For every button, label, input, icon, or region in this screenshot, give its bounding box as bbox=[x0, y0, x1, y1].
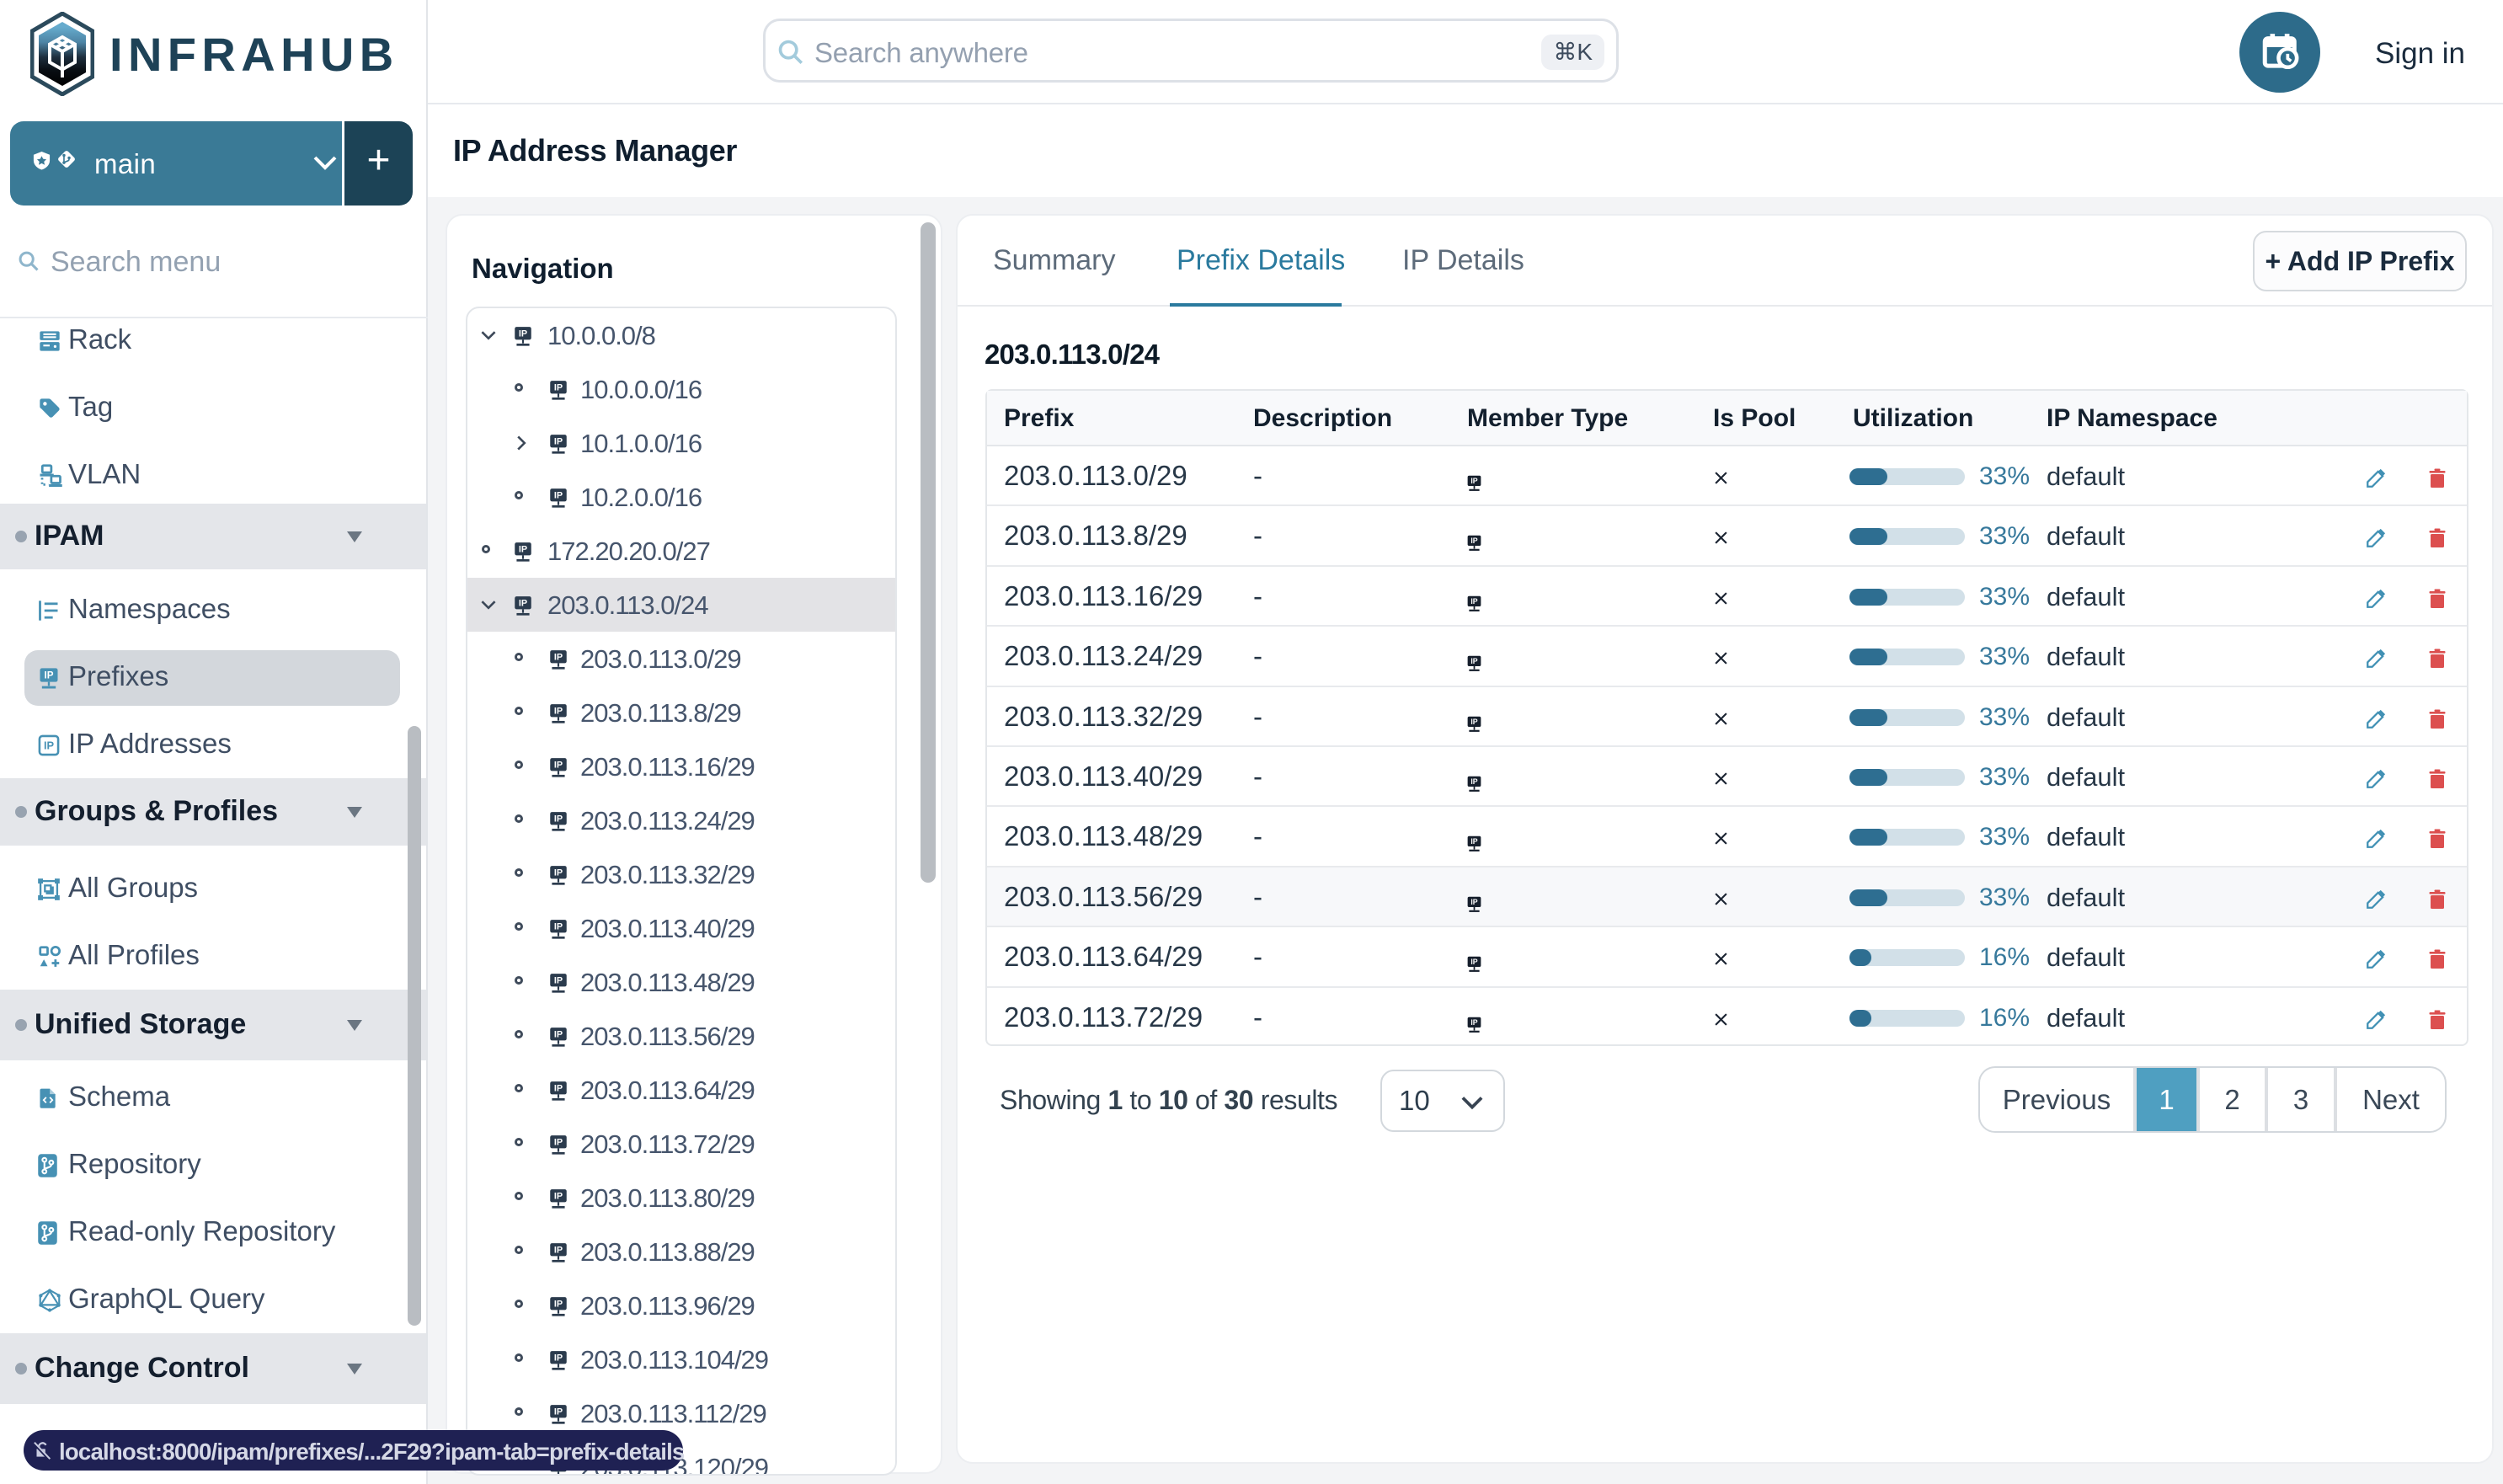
svg-text:IP: IP bbox=[554, 868, 563, 878]
svg-text:IP: IP bbox=[554, 653, 563, 663]
svg-text:IP: IP bbox=[1470, 477, 1477, 485]
svg-text:IP: IP bbox=[1470, 777, 1477, 786]
svg-text:IP: IP bbox=[1470, 837, 1477, 846]
svg-text:IP: IP bbox=[554, 1192, 563, 1202]
svg-text:IP: IP bbox=[554, 1030, 563, 1040]
svg-text:IP: IP bbox=[554, 383, 563, 393]
svg-text:IP: IP bbox=[554, 1246, 563, 1256]
svg-text:IP: IP bbox=[1470, 536, 1477, 545]
svg-text:IP: IP bbox=[44, 670, 53, 681]
svg-text:IP: IP bbox=[1470, 1018, 1477, 1027]
svg-text:IP: IP bbox=[519, 329, 527, 339]
svg-text:IP: IP bbox=[1470, 597, 1477, 606]
svg-text:IP: IP bbox=[1470, 718, 1477, 726]
svg-text:IP: IP bbox=[554, 1353, 563, 1364]
svg-text:IP: IP bbox=[554, 1138, 563, 1148]
svg-text:IP: IP bbox=[519, 545, 527, 555]
svg-text:IP: IP bbox=[44, 739, 55, 752]
svg-text:IP: IP bbox=[1470, 958, 1477, 966]
svg-text:IP: IP bbox=[554, 1407, 563, 1417]
svg-text:IP: IP bbox=[554, 1084, 563, 1094]
svg-text:IP: IP bbox=[554, 922, 563, 932]
svg-text:IP: IP bbox=[1470, 898, 1477, 906]
svg-text:IP: IP bbox=[554, 814, 563, 825]
svg-text:IP: IP bbox=[554, 976, 563, 986]
svg-text:IP: IP bbox=[1470, 657, 1477, 665]
svg-text:IP: IP bbox=[554, 437, 563, 447]
svg-text:IP: IP bbox=[554, 491, 563, 501]
svg-text:IP: IP bbox=[519, 599, 527, 609]
svg-text:IP: IP bbox=[554, 1300, 563, 1310]
svg-text:IP: IP bbox=[554, 707, 563, 717]
svg-text:IP: IP bbox=[554, 761, 563, 771]
